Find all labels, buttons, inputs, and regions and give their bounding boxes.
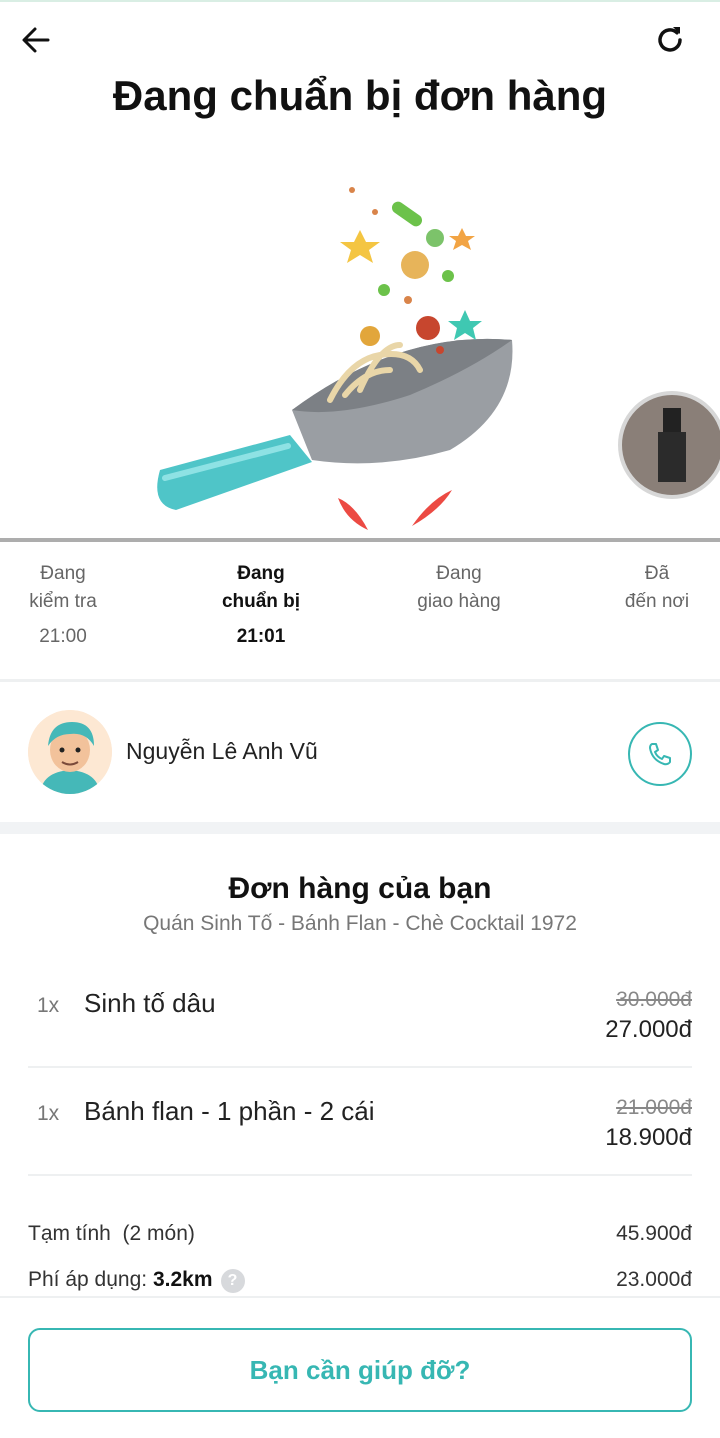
item-qty: 1x [37,994,60,1017]
order-title: Đơn hàng của bạn [228,872,492,905]
item-qty: 1x [37,1102,60,1125]
item-price: 18.900đ [605,1124,692,1151]
bottom-bar: Bạn cần giúp đỡ? [0,1296,720,1438]
driver-card: Nguyễn Lê Anh Vũ [0,682,720,822]
order-item: 1x Bánh flan - 1 phần - 2 cái 21.000đ 18… [28,1068,692,1176]
subtotal-value: 45.900đ [616,1222,692,1245]
fee-value: 23.000đ [616,1268,692,1291]
step-time: 21:01 [236,626,286,647]
item-name: Sinh tố dâu [84,988,216,1018]
page-title: Đang chuẩn bị đơn hàng [112,72,608,119]
top-accent-line [0,0,720,2]
item-old-price: 21.000đ [616,1096,692,1119]
driver-name: Nguyễn Lê Anh Vũ [126,738,318,764]
item-old-price: 30.000đ [616,988,692,1011]
refresh-icon [658,27,682,52]
step-preparing: Đang chuẩn bị 21:01 [191,560,331,651]
order-item: 1x Sinh tố dâu 30.000đ 27.000đ [28,960,692,1068]
help-button[interactable]: Bạn cần giúp đỡ? [28,1328,692,1412]
wok-cooking-illustration [157,187,720,530]
back-button[interactable] [14,18,58,62]
fee-label: Phí áp dụng: [28,1268,148,1291]
arrow-left-icon [22,27,50,53]
order-progress: Đang kiểm tra 21:00 Đang chuẩn bị 21:01 … [0,560,720,660]
hero-illustration [0,160,720,540]
subtotal-label: Tạm tính (2 món) [28,1222,195,1245]
hero-divider [0,538,720,542]
help-icon[interactable]: ? [220,1269,245,1293]
fee-distance: 3.2km [152,1268,213,1291]
item-price: 27.000đ [605,1016,692,1043]
item-name: Bánh flan - 1 phần - 2 cái [84,1096,375,1126]
refresh-button[interactable] [648,18,692,62]
step-checking: Đang kiểm tra 21:00 [0,560,133,651]
phone-icon [649,743,671,766]
step-delivering: Đang giao hàng [417,563,501,612]
step-time: 21:00 [39,626,87,647]
section-divider [0,822,720,834]
store-name: Quán Sinh Tố - Bánh Flan - Chè Cocktail … [143,912,577,935]
driver-avatar [28,710,112,794]
step-arrived: Đã đến nơi [624,563,690,612]
call-driver-button[interactable] [628,722,692,786]
